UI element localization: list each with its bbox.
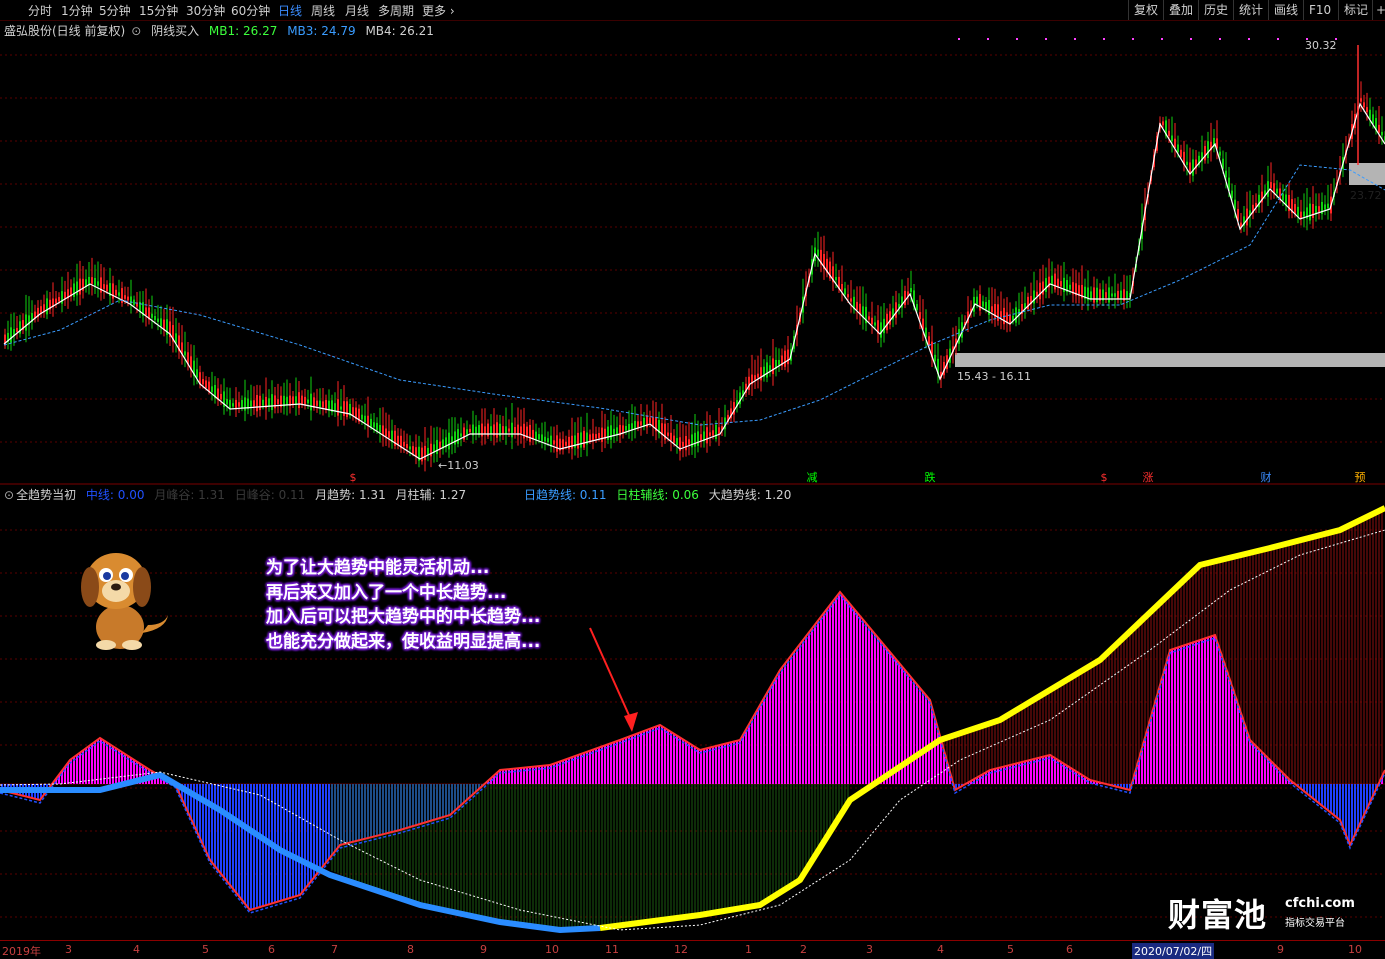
date-tick: 2019年	[2, 945, 41, 958]
date-tick: 10	[1348, 943, 1362, 956]
riqushixian-value: 日趋势线: 0.11	[523, 488, 607, 502]
yuezhufu-value: 月柱辅: 1.27	[395, 488, 467, 502]
date-tick: 4	[133, 943, 140, 956]
date-tick: 6	[268, 943, 275, 956]
rizhufuxian-value: 日柱辅线: 0.06	[616, 488, 699, 502]
indicator-header: ⊙ 全趋势当初 中线: 0.00 月峰谷: 1.31 日峰谷: 0.11 月趋势:…	[4, 486, 797, 503]
date-tick: 5	[202, 943, 209, 956]
yuequshi-value: 月趋势: 1.31	[315, 488, 386, 502]
cursor-date-tick: 2020/07/02/四	[1132, 943, 1215, 959]
annotation-line-3: 加入后可以把大趋势中的中长趋势...	[266, 607, 541, 627]
high-price-label: 30.32	[1305, 39, 1337, 52]
annotation-text: 为了让大趋势中能灵活机动... 再后来又加入了一个中长趋势... 加入后可以把大…	[266, 556, 540, 654]
indicator-collapse-icon[interactable]: ⊙	[4, 488, 14, 502]
date-tick: 3	[866, 943, 873, 956]
watermark-logo: 财富池 cfchi.com 指标交易平台	[1168, 890, 1355, 936]
signal-dollar-2: $	[1100, 471, 1108, 484]
logo-brand: 财富池	[1168, 896, 1268, 934]
date-tick: 9	[1277, 943, 1284, 956]
signal-zhang: 涨	[1142, 471, 1154, 484]
zone-range-label: 15.43 - 16.11	[957, 370, 1031, 383]
annotation-line-4: 也能充分做起来，使收益明显提高...	[266, 631, 541, 652]
signal-die: 跌	[924, 471, 936, 484]
dog-mascot-image	[81, 553, 168, 650]
date-tick: 1	[745, 943, 752, 956]
date-tick: 7	[331, 943, 338, 956]
signal-jian: 减	[806, 471, 818, 484]
right-price-label: 23.72	[1350, 189, 1382, 202]
date-tick: 2	[800, 943, 807, 956]
annotation-arrow	[589, 627, 638, 732]
upper-zone-box	[1349, 163, 1385, 185]
date-tick: 9	[480, 943, 487, 956]
rifenggu-value: 日峰谷: 0.11	[234, 488, 306, 502]
date-tick: 6	[1066, 943, 1073, 956]
zhongxian-value: 中线: 0.00	[85, 488, 145, 502]
daqushixian-value: 大趋势线: 1.20	[708, 488, 792, 502]
logo-tagline: 指标交易平台	[1285, 918, 1345, 929]
stock-chart-canvas[interactable]	[0, 0, 1385, 958]
signal-cai: 财	[1260, 471, 1272, 484]
annotation-line-2: 再后来又加入了一个中长趋势...	[266, 582, 507, 603]
yuefenggu-value: 月峰谷: 1.31	[154, 488, 225, 502]
signal-yu: 预	[1354, 471, 1366, 484]
signal-dollar-1: $	[349, 471, 357, 484]
date-axis: 2019年 3 4 5 6 7 8 9 10 11 12 1 2 3 4 5 6…	[0, 940, 1385, 959]
indicator-title[interactable]: 全趋势当初	[16, 488, 76, 502]
date-tick: 10	[545, 943, 559, 956]
indicator-histogram	[0, 505, 1385, 934]
low-price-label: ←11.03	[438, 459, 479, 472]
candlesticks	[4, 81, 1385, 472]
date-tick: 8	[407, 943, 414, 956]
logo-url: cfchi.com	[1285, 896, 1355, 911]
annotation-line-1: 为了让大趋势中能灵活机动...	[266, 558, 490, 578]
date-tick: 12	[674, 943, 688, 956]
date-tick: 3	[65, 943, 72, 956]
support-zone-box	[955, 353, 1385, 367]
date-tick: 5	[1007, 943, 1014, 956]
date-tick: 11	[605, 943, 619, 956]
date-tick: 4	[937, 943, 944, 956]
